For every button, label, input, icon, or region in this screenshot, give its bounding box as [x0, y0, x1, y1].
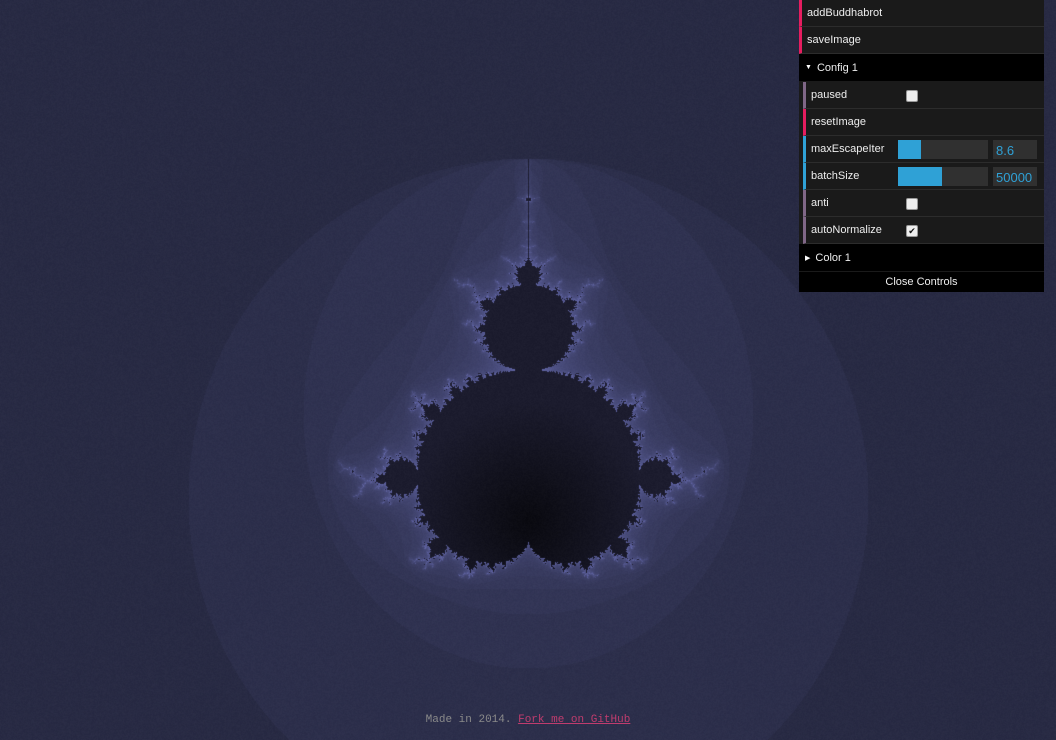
add-buddhabrot-button[interactable]: addBuddhabrot	[799, 0, 1044, 27]
max-escape-label: maxEscapeIter	[811, 143, 898, 155]
paused-label: paused	[811, 89, 898, 101]
max-escape-slider-fill	[898, 140, 921, 159]
anti-label: anti	[811, 197, 898, 209]
anti-row: anti	[803, 190, 1044, 217]
batch-size-input[interactable]: 50000	[993, 167, 1037, 186]
batch-size-slider-fill	[898, 167, 942, 186]
github-link[interactable]: Fork me on GitHub	[518, 714, 630, 726]
save-image-button[interactable]: saveImage	[799, 27, 1044, 54]
add-buddhabrot-label: addBuddhabrot	[807, 7, 894, 19]
max-escape-slider[interactable]	[898, 140, 988, 159]
folder-config[interactable]: ▼ Config 1	[799, 54, 1044, 82]
footer-text: Made in 2014.	[426, 714, 512, 726]
batch-size-row: batchSize 50000	[803, 163, 1044, 190]
paused-checkbox[interactable]	[906, 90, 918, 102]
auto-normalize-row: autoNormalize ✔	[803, 217, 1044, 244]
max-escape-input[interactable]: 8.6	[993, 140, 1037, 159]
anti-checkbox[interactable]	[906, 198, 918, 210]
check-icon: ✔	[908, 226, 916, 236]
footer: Made in 2014. Fork me on GitHub	[0, 714, 1056, 726]
auto-normalize-label: autoNormalize	[811, 224, 898, 236]
save-image-label: saveImage	[807, 34, 894, 46]
folder-color[interactable]: ▶ Color 1	[799, 244, 1044, 272]
batch-size-label: batchSize	[811, 170, 898, 182]
reset-image-button[interactable]: resetImage	[803, 109, 1044, 136]
triangle-down-icon: ▼	[805, 64, 812, 71]
paused-row: paused	[803, 82, 1044, 109]
controls-panel: addBuddhabrot saveImage ▼ Config 1 pause…	[799, 0, 1044, 292]
reset-image-label: resetImage	[811, 116, 898, 128]
max-escape-row: maxEscapeIter 8.6	[803, 136, 1044, 163]
batch-size-slider[interactable]	[898, 167, 988, 186]
folder-color-title: Color 1	[815, 252, 850, 264]
auto-normalize-checkbox[interactable]: ✔	[906, 225, 918, 237]
folder-config-title: Config 1	[817, 62, 858, 74]
triangle-right-icon: ▶	[805, 254, 810, 262]
close-controls-button[interactable]: Close Controls	[799, 272, 1044, 292]
